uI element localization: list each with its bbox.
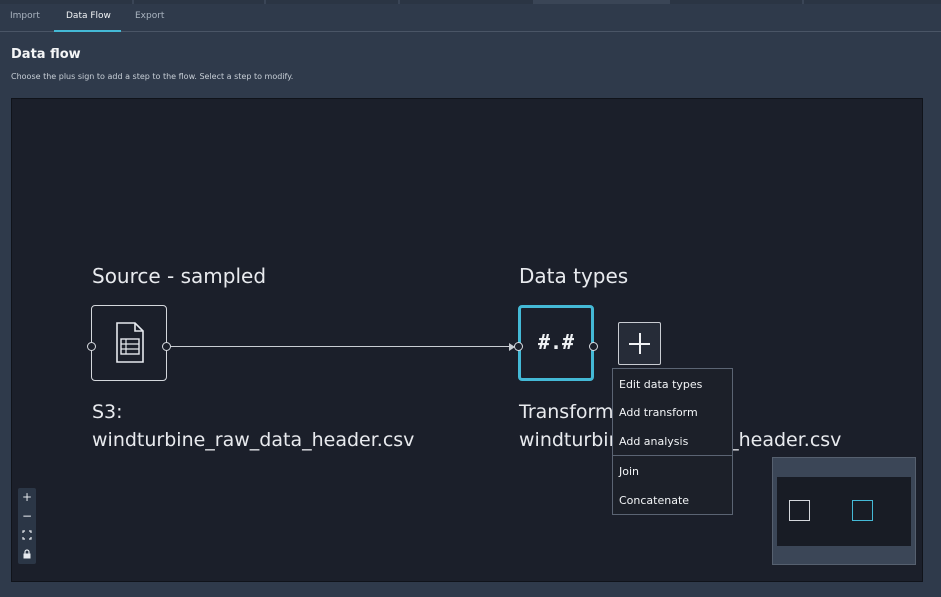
menu-divider (613, 455, 732, 456)
minimap-datatypes-node (852, 500, 873, 521)
zoom-out-button[interactable]: − (18, 507, 36, 525)
menu-item-concatenate[interactable]: Concatenate (619, 494, 689, 507)
zoom-controls: + − (18, 488, 36, 564)
source-desc-line2: windturbine_raw_data_header.csv (92, 429, 415, 451)
datatypes-node-label: Data types (519, 264, 629, 288)
datatypes-output-port[interactable] (589, 342, 598, 351)
fit-view-button[interactable] (18, 526, 36, 544)
minimap-source-node (789, 500, 810, 521)
minimap[interactable] (772, 457, 916, 565)
document-table-icon (116, 322, 144, 363)
source-node[interactable] (91, 305, 167, 381)
source-node-label: Source - sampled (92, 264, 267, 288)
datatypes-input-port[interactable] (514, 342, 523, 351)
lock-icon (23, 549, 31, 559)
menu-item-add-analysis[interactable]: Add analysis (619, 435, 688, 448)
lock-button[interactable] (18, 545, 36, 563)
flow-edge (171, 346, 509, 347)
menu-item-edit-data-types[interactable]: Edit data types (619, 378, 702, 391)
datatypes-node[interactable]: #.# (518, 305, 594, 381)
zoom-in-button[interactable]: + (18, 488, 36, 506)
add-step-menu: Edit data types Add transform Add analys… (612, 368, 733, 515)
tab-bar: Import Data Flow Export (0, 4, 941, 32)
source-desc-line1: S3: (92, 401, 123, 423)
number-format-icon: #.# (537, 330, 575, 354)
tab-data-flow[interactable]: Data Flow (66, 11, 111, 21)
fit-view-icon (22, 530, 32, 540)
tab-export[interactable]: Export (135, 11, 164, 21)
add-step-button[interactable] (618, 322, 661, 365)
active-tab-indicator (54, 30, 121, 32)
page-subtitle: Choose the plus sign to add a step to th… (11, 72, 294, 81)
menu-item-add-transform[interactable]: Add transform (619, 406, 698, 419)
page-title: Data flow (11, 47, 81, 62)
source-node-description: S3: windturbine_raw_data_header.csv (92, 398, 414, 454)
source-output-port[interactable] (162, 342, 171, 351)
menu-item-join[interactable]: Join (619, 465, 639, 478)
minimap-viewport (777, 477, 911, 546)
tab-import[interactable]: Import (10, 11, 40, 21)
source-input-port[interactable] (87, 342, 96, 351)
